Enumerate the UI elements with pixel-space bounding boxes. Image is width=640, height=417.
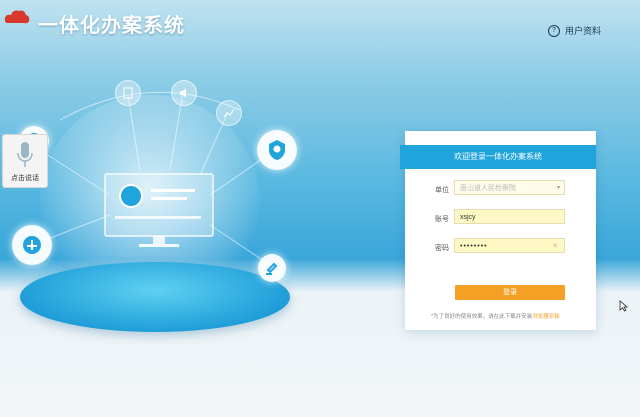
unit-select-value: 唐山道人民检察院 — [460, 185, 516, 192]
help-icon: ? — [548, 24, 560, 37]
audio-node-icon — [171, 80, 197, 106]
unit-label: 单位 — [435, 187, 449, 194]
user-profile-link[interactable]: ? 用户资料 — [548, 24, 601, 37]
document-node-icon — [115, 80, 141, 106]
user-profile-label: 用户资料 — [565, 26, 602, 36]
voice-input-button[interactable]: 点击说话 — [2, 134, 48, 188]
password-label: 密码 — [435, 245, 449, 252]
browser-tip: *为了良好的使用效果，请在此下载并安装浏览器安装 — [431, 312, 560, 320]
login-button[interactable]: 登录 — [455, 285, 565, 300]
unit-select[interactable]: 唐山道人民检察院 ▾ — [454, 180, 565, 195]
login-title: 欢迎登录一体化办案系统 — [400, 145, 596, 169]
account-input[interactable]: xsjcy — [454, 209, 565, 224]
voice-input-label: 点击说话 — [11, 175, 39, 182]
cloud-logo-icon — [4, 10, 30, 24]
gavel-node-icon — [258, 254, 286, 282]
app-header: 一体化办案系统 ? 用户资料 — [0, 0, 640, 42]
login-panel: 欢迎登录一体化办案系统 单位 唐山道人民检察院 ▾ 账号 xsjcy 密码 ••… — [400, 131, 596, 330]
password-input[interactable]: •••••••• ✕ — [454, 238, 565, 253]
police-emblem-node-icon — [257, 130, 297, 170]
mouse-cursor-icon — [619, 300, 629, 312]
chevron-down-icon: ▾ — [556, 185, 560, 191]
browser-download-link[interactable]: 浏览器安装 — [532, 314, 560, 320]
browser-tip-text: *为了良好的使用效果，请在此下载并安装 — [431, 314, 533, 320]
monitor-illustration-icon — [104, 173, 214, 247]
app-title: 一体化办案系统 — [38, 15, 185, 37]
court-emblem-node-icon — [12, 225, 52, 265]
microphone-icon — [17, 142, 33, 167]
password-input-value: •••••••• — [460, 243, 488, 250]
account-input-value: xsjcy — [460, 214, 476, 221]
chart-node-icon — [216, 100, 242, 126]
clear-icon[interactable]: ✕ — [552, 239, 559, 254]
account-label: 账号 — [435, 216, 449, 223]
